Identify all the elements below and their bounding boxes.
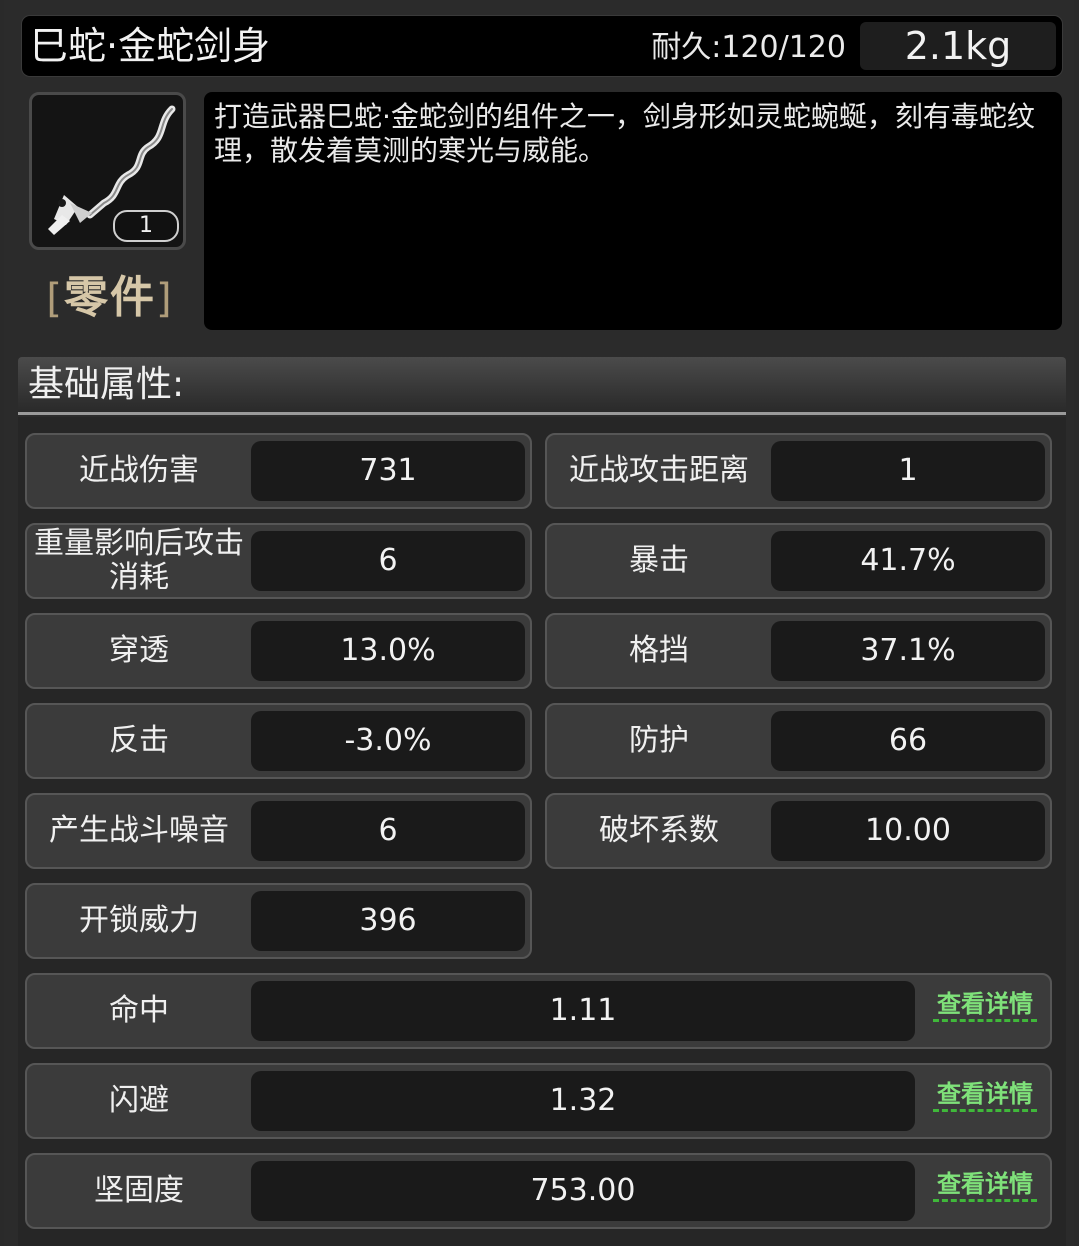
stat-counter: 反击 -3.0% (25, 703, 532, 779)
stat-value: 6 (251, 801, 525, 861)
section-header-basic-attributes: 基础属性: (18, 357, 1066, 415)
stat-label: 闪避 (109, 1083, 169, 1118)
stat-label: 格挡 (629, 633, 689, 668)
stat-melee-damage: 近战伤害 731 (25, 433, 532, 509)
stat-destruction-factor: 破坏系数 10.00 (545, 793, 1052, 869)
stat-label: 坚固度 (94, 1173, 184, 1208)
stat-label: 命中 (109, 993, 169, 1028)
item-category-label: 零件 (64, 272, 156, 323)
stat-label: 产生战斗噪音 (49, 813, 229, 848)
stat-label: 开锁威力 (79, 903, 199, 938)
stat-value: 1.11 (251, 981, 915, 1041)
item-category: [零件] (46, 272, 174, 323)
stat-combat-noise: 产生战斗噪音 6 (25, 793, 532, 869)
stat-block: 格挡 37.1% (545, 613, 1052, 689)
item-weight: 2.1kg (860, 22, 1056, 70)
stat-sturdiness: 坚固度 753.00 查看详情 (25, 1153, 1052, 1229)
item-detail-panel: 巳蛇·金蛇剑身 耐久:120/120 2.1kg 1 [零件] 打造武器巳蛇·金… (4, 0, 1074, 1246)
stat-label: 反击 (109, 723, 169, 758)
stat-value: 1 (771, 441, 1045, 501)
stat-dodge: 闪避 1.32 查看详情 (25, 1063, 1052, 1139)
item-count-badge: 1 (113, 210, 179, 242)
stat-value: 66 (771, 711, 1045, 771)
stat-value: 1.32 (251, 1071, 915, 1131)
section-title: 基础属性: (28, 364, 185, 405)
item-header: 巳蛇·金蛇剑身 耐久:120/120 2.1kg (22, 16, 1062, 76)
stat-value: -3.0% (251, 711, 525, 771)
stat-label: 穿透 (109, 633, 169, 668)
item-name: 巳蛇·金蛇剑身 (30, 24, 271, 68)
stat-label: 防护 (629, 723, 689, 758)
stat-label: 重量影响后攻击消耗 (34, 526, 244, 595)
stat-protection: 防护 66 (545, 703, 1052, 779)
stat-hit: 命中 1.11 查看详情 (25, 973, 1052, 1049)
stat-weight-attack-cost: 重量影响后攻击消耗 6 (25, 523, 532, 599)
view-details-link-sturdiness[interactable]: 查看详情 (933, 1169, 1037, 1202)
view-details-link-hit[interactable]: 查看详情 (933, 989, 1037, 1022)
stat-value: 753.00 (251, 1161, 915, 1221)
stat-label: 近战伤害 (79, 453, 199, 488)
stat-value: 37.1% (771, 621, 1045, 681)
stat-penetration: 穿透 13.0% (25, 613, 532, 689)
item-durability: 耐久:120/120 (651, 30, 846, 65)
item-icon-slot[interactable]: 1 (29, 92, 186, 250)
stat-melee-range: 近战攻击距离 1 (545, 433, 1052, 509)
item-description: 打造武器巳蛇·金蛇剑的组件之一，剑身形如灵蛇蜿蜒，刻有毒蛇纹理，散发着莫测的寒光… (204, 92, 1062, 330)
stat-value: 41.7% (771, 531, 1045, 591)
stat-label: 近战攻击距离 (569, 453, 749, 488)
stat-label: 暴击 (629, 543, 689, 578)
stat-value: 6 (251, 531, 525, 591)
stat-value: 13.0% (251, 621, 525, 681)
stat-value: 731 (251, 441, 525, 501)
stat-value: 10.00 (771, 801, 1045, 861)
stat-label: 破坏系数 (599, 813, 719, 848)
view-details-link-dodge[interactable]: 查看详情 (933, 1079, 1037, 1112)
stat-value: 396 (251, 891, 525, 951)
stat-lockpick-power: 开锁威力 396 (25, 883, 532, 959)
stat-critical: 暴击 41.7% (545, 523, 1052, 599)
